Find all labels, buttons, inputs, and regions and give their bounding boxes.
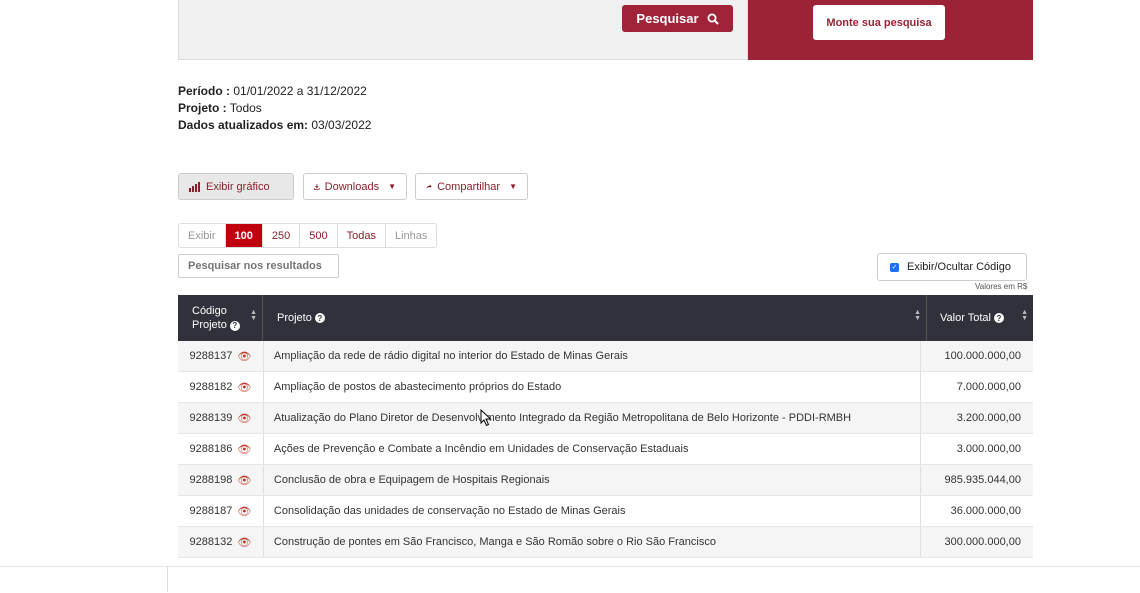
row-code-cell: 9288198 👁 — [178, 465, 264, 495]
row-projeto: Ampliação da rede de rádio digital no in… — [264, 341, 922, 371]
downloads-button[interactable]: Downloads ▼ — [303, 173, 407, 200]
table-row: 9288186 👁 Ações de Prevenção e Combate a … — [178, 434, 1033, 465]
eye-icon[interactable]: 👁 — [237, 536, 251, 549]
table-body: 9288137 👁 Ampliação da rede de rádio digi… — [178, 341, 1033, 558]
help-icon[interactable]: ? — [993, 313, 1004, 323]
row-code: 9288182 — [189, 381, 233, 393]
eye-icon[interactable]: 👁 — [237, 412, 251, 425]
row-code: 9288137 — [189, 350, 233, 362]
table-row: 9288137 👁 Ampliação da rede de rádio digi… — [178, 341, 1033, 372]
mouse-cursor-icon — [480, 409, 492, 427]
search-icon — [707, 13, 719, 25]
page-size-todas[interactable]: Todas — [338, 224, 386, 247]
compartilhar-button[interactable]: Compartilhar ▼ — [415, 173, 528, 200]
downloads-label: Downloads — [324, 180, 380, 193]
row-projeto: Conclusão de obra e Equipagem de Hospita… — [264, 465, 922, 495]
projeto-value: Todos — [226, 101, 262, 115]
help-icon[interactable]: ? — [229, 321, 240, 331]
row-code-cell: 9288132 👁 — [178, 527, 264, 557]
row-projeto: Construção de pontes em São Francisco, M… — [264, 527, 922, 557]
eye-icon[interactable]: 👁 — [237, 350, 251, 363]
header-valor[interactable]: Valor Total? ▲ ▼ — [927, 295, 1033, 341]
page-size-selector: Exibir 100 250 500 Todas Linhas — [178, 223, 438, 248]
page-size-100[interactable]: 100 — [225, 224, 263, 247]
monte-pesquisa-button[interactable]: Monte sua pesquisa — [813, 5, 945, 40]
row-projeto: Ampliação de postos de abastecimento pró… — [264, 372, 922, 402]
row-projeto: Atualização do Plano Diretor de Desenvol… — [264, 403, 922, 433]
bar-chart-icon — [189, 181, 200, 192]
row-code-cell: 9288186 👁 — [178, 434, 264, 464]
periodo-line: Período : 01/01/2022 a 31/12/2022 — [178, 84, 367, 98]
exibir-grafico-button[interactable]: Exibir gráfico — [178, 173, 294, 200]
eye-icon[interactable]: 👁 — [237, 474, 251, 487]
header-codigo-line2: Projeto — [192, 319, 227, 331]
row-code-cell: 9288137 👁 — [178, 341, 264, 371]
row-valor: 100.000.000,00 — [944, 350, 1021, 362]
header-valor-label: Valor Total — [940, 312, 991, 324]
table-row: 9288198 👁 Conclusão de obra e Equipagem d… — [178, 465, 1033, 496]
chevron-down-icon: ▼ — [388, 182, 396, 191]
dados-label: Dados atualizados em: — [178, 118, 309, 132]
dados-line: Dados atualizados em: 03/03/2022 — [178, 118, 371, 132]
row-valor: 36.000.000,00 — [950, 505, 1021, 517]
dados-value: 03/03/2022 — [308, 118, 372, 132]
toggle-code-label: Exibir/Ocultar Código — [907, 261, 1011, 273]
results-search-input[interactable] — [178, 254, 339, 278]
header-projeto[interactable]: Projeto? ▲ ▼ — [263, 295, 927, 341]
toggle-code-button[interactable]: ✓ Exibir/Ocultar Código — [877, 253, 1027, 281]
row-projeto: Ações de Prevenção e Combate a Incêndio … — [264, 434, 922, 464]
bottom-divider — [167, 566, 168, 592]
sort-icon: ▲ ▼ — [250, 309, 257, 322]
eye-icon[interactable]: 👁 — [237, 443, 251, 456]
row-code-cell: 9288182 👁 — [178, 372, 264, 402]
row-projeto: Consolidação das unidades de conservação… — [264, 496, 922, 526]
eye-icon[interactable]: 👁 — [237, 381, 251, 394]
row-valor: 7.000.000,00 — [956, 381, 1021, 393]
exibir-grafico-label: Exibir gráfico — [206, 180, 270, 193]
table-header: Código Projeto? ▲ ▼ Projeto? ▲ ▼ Valor Tot… — [178, 295, 1033, 341]
row-code: 9288198 — [189, 474, 233, 486]
help-icon[interactable]: ? — [314, 313, 325, 323]
row-code: 9288187 — [189, 505, 233, 517]
page-size-500[interactable]: 500 — [300, 224, 338, 247]
eye-icon[interactable]: 👁 — [237, 505, 251, 518]
row-valor: 3.200.000,00 — [956, 412, 1021, 424]
checkbox-checked-icon: ✓ — [890, 262, 899, 272]
table-row: 9288182 👁 Ampliação de postos de abasteci… — [178, 372, 1033, 403]
row-valor: 3.000.000,00 — [956, 443, 1021, 455]
compartilhar-label: Compartilhar — [437, 180, 501, 193]
bottom-bar — [0, 566, 1140, 593]
results-table: Código Projeto? ▲ ▼ Projeto? ▲ ▼ Valor Tot… — [178, 295, 1033, 558]
sort-icon: ▲ ▼ — [1021, 309, 1028, 322]
row-code-cell: 9288139 👁 — [178, 403, 264, 433]
table-row: 9288187 👁 Consolidação das unidades de co… — [178, 496, 1033, 527]
row-valor: 300.000.000,00 — [944, 536, 1021, 548]
row-code-cell: 9288187 👁 — [178, 496, 264, 526]
search-button-label: Pesquisar — [636, 11, 699, 26]
row-code: 9288186 — [189, 443, 233, 455]
pager-linhas-label: Linhas — [394, 229, 428, 242]
page-size-250[interactable]: 250 — [263, 224, 301, 247]
projeto-line: Projeto : Todos — [178, 101, 262, 115]
header-codigo-line1: Código — [192, 305, 227, 317]
projeto-label: Projeto : — [178, 101, 227, 115]
row-valor: 985.935.044,00 — [944, 474, 1021, 486]
row-code: 9288139 — [189, 412, 233, 424]
periodo-value: 01/01/2022 a 31/12/2022 — [230, 84, 367, 98]
header-projeto-label: Projeto — [277, 312, 312, 324]
header-codigo[interactable]: Código Projeto? ▲ ▼ — [178, 295, 263, 341]
download-icon — [314, 183, 320, 190]
chevron-down-icon: ▼ — [509, 182, 517, 191]
row-code: 9288132 — [189, 536, 233, 548]
search-button[interactable]: Pesquisar — [622, 5, 733, 32]
table-row: 9288139 👁 Atualização do Plano Diretor de… — [178, 403, 1033, 434]
sort-icon: ▲ ▼ — [914, 309, 921, 322]
valores-note: Valores em R$ — [975, 282, 1028, 291]
table-row: 9288132 👁 Construção de pontes em São Fra… — [178, 527, 1033, 558]
pager-exibir-label: Exibir — [179, 224, 226, 247]
periodo-label: Período : — [178, 84, 231, 98]
share-icon — [426, 184, 432, 189]
